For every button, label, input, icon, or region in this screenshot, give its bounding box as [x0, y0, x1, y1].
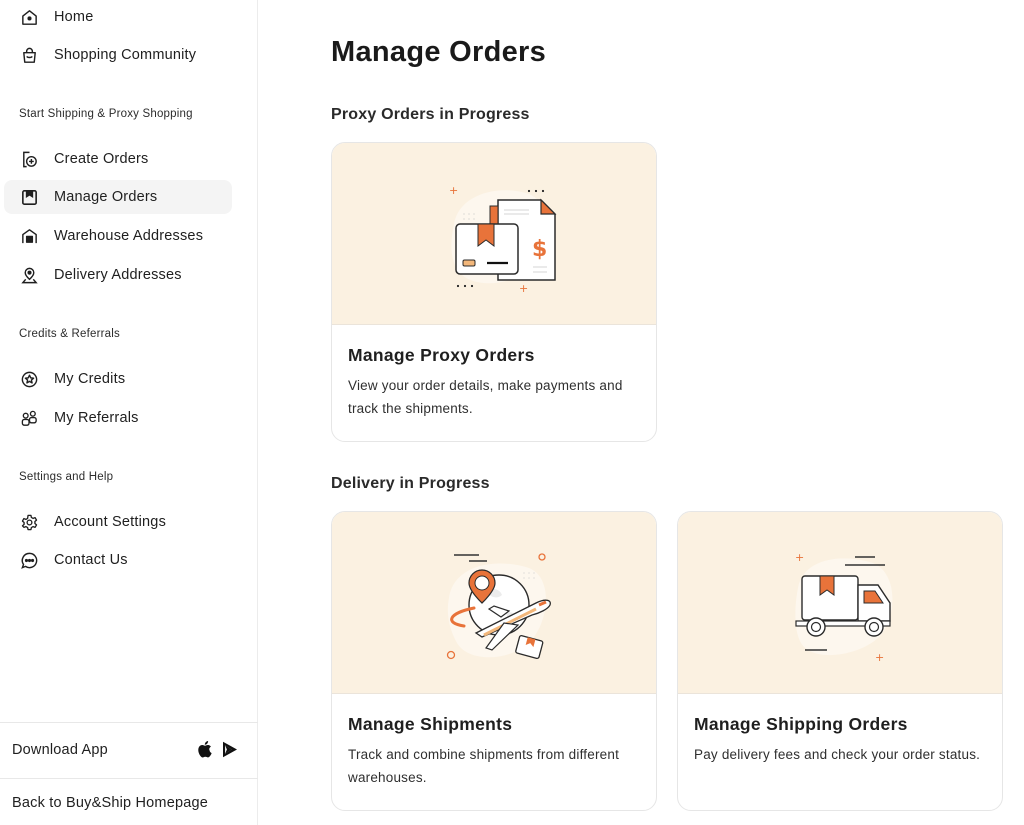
bookmark-box-icon [19, 187, 39, 207]
shopping-bag-icon [19, 45, 39, 65]
gear-icon [19, 512, 39, 532]
svg-text:+: + [449, 184, 458, 197]
section-label-shipping: Start Shipping & Proxy Shopping [19, 108, 193, 120]
card-description: View your order details, make payments a… [348, 378, 623, 416]
delivery-truck-illustration: + + [795, 551, 893, 664]
home-icon [19, 7, 39, 27]
svg-text:+: + [795, 551, 804, 564]
sidebar-item-label: Delivery Addresses [54, 267, 182, 283]
card-title: Manage Proxy Orders [348, 345, 535, 365]
card-title: Manage Shipments [348, 714, 513, 734]
sidebar-item-label: Shopping Community [54, 47, 197, 63]
sidebar-item-label: Warehouse Addresses [54, 228, 204, 244]
package-invoice-illustration: + + $ [449, 184, 557, 295]
sidebar-item-label: Create Orders [54, 151, 149, 167]
manage-shipments-card[interactable]: Manage Shipments Track and combine shipm… [331, 511, 657, 811]
svg-text:+: + [519, 282, 528, 295]
section-title-proxy-orders: Proxy Orders in Progress [331, 106, 530, 123]
sidebar-item-label: My Referrals [54, 410, 139, 426]
sidebar-item-account-settings[interactable]: Account Settings [4, 505, 232, 539]
sidebar-item-my-referrals[interactable]: My Referrals [4, 401, 232, 435]
sidebar-divider [0, 778, 258, 779]
back-to-homepage-link[interactable]: Back to Buy&Ship Homepage [12, 795, 208, 811]
manage-shipping-orders-card[interactable]: + + Manage Shipping Orders Pay delivery … [677, 511, 1003, 811]
star-badge-icon [19, 369, 39, 389]
sidebar-divider [0, 722, 258, 723]
google-play-icon[interactable] [222, 741, 238, 758]
download-app-label[interactable]: Download App [12, 742, 108, 758]
section-label-settings: Settings and Help [19, 471, 114, 483]
card-hero: + + [678, 512, 1002, 694]
section-label-credits: Credits & Referrals [19, 328, 120, 340]
warehouse-icon [19, 226, 39, 246]
sidebar-item-label: Account Settings [54, 514, 167, 530]
sidebar-item-home[interactable]: Home [4, 0, 232, 34]
manage-proxy-orders-card[interactable]: + + $ Manage Proxy Orders View your orde… [331, 142, 657, 442]
sidebar-item-label: Home [54, 9, 94, 25]
svg-text:+: + [875, 651, 884, 664]
card-description: Track and combine shipments from differe… [348, 747, 620, 785]
sidebar-item-shopping-community[interactable]: Shopping Community [4, 38, 232, 72]
airplane-globe-illustration [446, 552, 551, 659]
card-hero [332, 512, 656, 694]
sidebar-item-my-credits[interactable]: My Credits [4, 362, 232, 396]
sidebar-item-delivery-addresses[interactable]: Delivery Addresses [4, 258, 232, 292]
sidebar-item-manage-orders[interactable]: Manage Orders [4, 180, 232, 214]
chat-bubble-icon [19, 550, 39, 570]
sidebar-item-label: My Credits [54, 371, 126, 387]
sidebar-item-label: Contact Us [54, 552, 128, 568]
sidebar: Home Shopping Community Start Shipping &… [0, 0, 258, 825]
store-icons [196, 740, 238, 758]
sidebar-item-create-orders[interactable]: Create Orders [4, 142, 232, 176]
card-description: Pay delivery fees and check your order s… [694, 747, 981, 762]
svg-text:$: $ [532, 237, 547, 262]
location-pin-icon [19, 265, 39, 285]
users-icon [19, 408, 39, 428]
sidebar-item-warehouse-addresses[interactable]: Warehouse Addresses [4, 219, 232, 253]
sidebar-item-contact-us[interactable]: Contact Us [4, 543, 232, 577]
card-hero: + + $ [332, 143, 656, 325]
page-title: Manage Orders [331, 36, 547, 68]
create-order-icon [19, 149, 39, 169]
card-title: Manage Shipping Orders [694, 714, 908, 734]
section-title-delivery: Delivery in Progress [331, 475, 490, 492]
sidebar-item-label: Manage Orders [54, 189, 158, 205]
apple-icon[interactable] [196, 740, 212, 758]
